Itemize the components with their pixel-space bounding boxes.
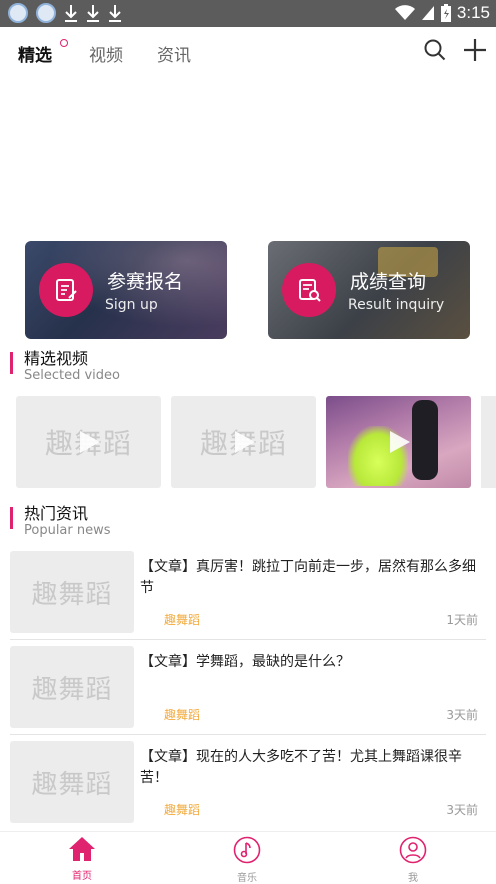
music-icon [233, 836, 261, 864]
wifi-icon [394, 5, 415, 20]
nav-me[interactable]: 我 [383, 836, 443, 884]
tab-featured[interactable]: 精选 [18, 41, 52, 66]
news-title: 【文章】真厉害！跳拉丁向前走一步，居然有那么多细节 [140, 559, 476, 596]
news-item[interactable]: 趣舞蹈 【文章】真厉害！跳拉丁向前走一步，居然有那么多细节 趣舞蹈 1天前 [10, 551, 486, 639]
news-thumbnail: 趣舞蹈 [10, 741, 134, 823]
add-icon[interactable] [462, 37, 488, 63]
video-thumbnail-partial[interactable] [481, 396, 496, 488]
news-source: 趣舞蹈 [164, 613, 201, 627]
bottom-nav: 首页 音乐 我 [0, 831, 496, 884]
nav-music-label: 音乐 [237, 873, 257, 884]
news-time: 3天前 [446, 803, 478, 817]
video-section-title: 精选视频 [24, 349, 89, 368]
play-icon [234, 431, 255, 453]
news-title: 【文章】现在的人大多吃不了苦！尤其上舞蹈课很辛苦！ [140, 749, 462, 786]
app-notification-icon [36, 3, 56, 23]
nav-home[interactable]: 首页 [52, 836, 112, 882]
news-item[interactable]: 趣舞蹈 【文章】现在的人大多吃不了苦！尤其上舞蹈课很辛苦！ 趣舞蹈 3天前 [10, 741, 486, 829]
video-thumbnail[interactable]: 趣舞蹈 [171, 396, 316, 488]
news-time: 3天前 [446, 708, 478, 722]
placeholder-logo: 趣舞蹈 [31, 579, 113, 610]
signup-card[interactable]: 参赛报名 Sign up [25, 241, 227, 339]
download-icon [65, 5, 77, 22]
tab-video[interactable]: 视频 [89, 41, 123, 66]
video-thumbnail[interactable] [326, 396, 471, 488]
download-icon [87, 5, 99, 22]
divider [10, 734, 486, 735]
tab-news[interactable]: 资讯 [157, 41, 191, 66]
news-title: 【文章】学舞蹈，最缺的是什么？ [140, 654, 350, 670]
battery-icon [440, 4, 451, 22]
result-subtitle: Result inquiry [348, 297, 445, 313]
status-bar: 3:15 [0, 0, 496, 27]
video-thumbnail[interactable]: 趣舞蹈 [16, 396, 161, 488]
banner[interactable] [0, 75, 496, 235]
divider [10, 639, 486, 640]
result-title: 成绩查询 [350, 271, 427, 293]
clock: 3:15 [456, 3, 490, 22]
signal-icon [421, 6, 434, 20]
search-icon[interactable] [422, 37, 448, 63]
video-section-subtitle: Selected video [24, 368, 120, 383]
news-time: 1天前 [446, 613, 478, 627]
section-accent-bar [10, 507, 13, 529]
play-icon [79, 431, 100, 453]
signup-subtitle: Sign up [105, 297, 158, 313]
signup-icon [39, 263, 93, 317]
section-accent-bar [10, 352, 13, 374]
news-thumbnail: 趣舞蹈 [10, 646, 134, 728]
result-inquiry-card[interactable]: 成绩查询 Result inquiry [268, 241, 470, 339]
news-section-subtitle: Popular news [24, 523, 111, 538]
signup-title: 参赛报名 [107, 271, 184, 293]
news-section-title: 热门资讯 [24, 504, 89, 523]
top-tab-bar: 精选 视频 资讯 [0, 27, 496, 75]
nav-me-label: 我 [408, 873, 418, 884]
nav-music[interactable]: 音乐 [217, 836, 277, 884]
user-icon [399, 836, 427, 864]
play-icon [389, 431, 410, 453]
news-source: 趣舞蹈 [164, 803, 201, 817]
nav-home-label: 首页 [72, 871, 92, 882]
placeholder-logo: 趣舞蹈 [31, 769, 113, 800]
news-item[interactable]: 趣舞蹈 【文章】学舞蹈，最缺的是什么？ 趣舞蹈 3天前 [10, 646, 486, 734]
news-source: 趣舞蹈 [164, 708, 201, 722]
placeholder-logo: 趣舞蹈 [31, 674, 113, 705]
result-icon [282, 263, 336, 317]
news-thumbnail: 趣舞蹈 [10, 551, 134, 633]
download-icon [109, 5, 121, 22]
unread-dot [60, 39, 68, 47]
home-icon [69, 837, 95, 861]
app-notification-icon [8, 3, 28, 23]
